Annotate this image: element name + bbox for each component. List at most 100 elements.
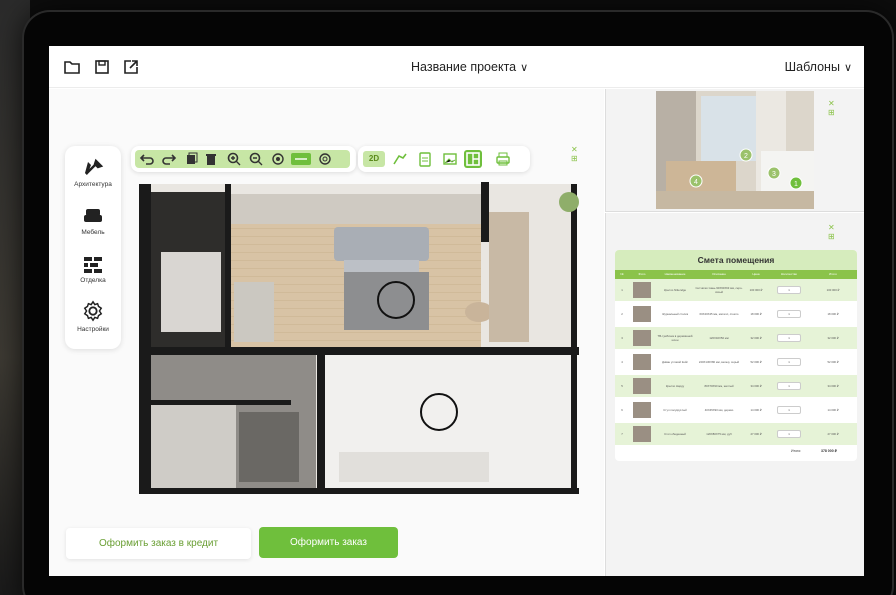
print-icon[interactable]	[494, 150, 512, 168]
measure-icon[interactable]	[291, 151, 311, 167]
templates-label: Шаблоны	[784, 60, 840, 74]
col-header: Цена	[752, 272, 760, 276]
menu-label: Отделка	[80, 277, 106, 284]
table-row: 1 Кресло Nittendge Сетчатая ткань 90Х60Х93…	[615, 279, 857, 301]
cell-description: 60Х40Х45 мм, металл, стекло	[699, 312, 739, 316]
cell-description: Сетчатая ткань 90Х60Х93 мм, серо-сизый	[695, 286, 743, 294]
product-thumbnail	[633, 426, 651, 442]
table-row: 7 Стол обеденный 120Х80Х75 мм, дуб 27 000 ₽…	[615, 423, 857, 445]
view-toolbar: 2D	[358, 146, 530, 172]
menu-furniture[interactable]: Мебель	[65, 206, 121, 236]
cell-total: 18 000 ₽	[827, 312, 839, 316]
table-row: 3 ТВ-тумбочка в деревянной шпон 120Х40Х50 …	[615, 327, 857, 349]
plan-canvas[interactable]: Архитектура Мебель Отделка Настройки 2D …	[49, 89, 604, 576]
quantity-stepper[interactable]: 1	[777, 358, 801, 366]
render-preview-panel: 2 3 4 1 ✕ ⊞	[605, 89, 864, 212]
cell-total: 100 000 ₽	[826, 288, 840, 292]
cell-name: Кресло Нарду	[665, 384, 685, 388]
col-header: №	[620, 272, 624, 276]
cell-total: 52 000 ₽	[827, 360, 839, 364]
project-title-dropdown[interactable]: Название проекта ∨	[411, 60, 528, 74]
estimate-close-icon[interactable]: ✕ ⊞	[828, 223, 848, 241]
image-view-icon[interactable]	[441, 150, 459, 168]
cell-total: 14 000 ₽	[827, 408, 839, 412]
furniture-view-icon[interactable]	[391, 150, 409, 168]
settings-icon[interactable]	[317, 151, 333, 167]
estimate-total-label: Итого:	[791, 449, 802, 453]
cell-price: 18 000 ₽	[750, 312, 762, 316]
menu-finishing[interactable]: Отделка	[65, 254, 121, 284]
room-photo[interactable]: 2 3 4 1	[656, 91, 814, 209]
quantity-stepper[interactable]: 1	[777, 334, 801, 342]
cell-price: 52 000 ₽	[750, 360, 762, 364]
project-title: Название проекта	[411, 60, 517, 74]
hotspot-marker[interactable]: 3	[767, 166, 781, 180]
center-icon[interactable]	[270, 151, 286, 167]
order-button[interactable]: Оформить заказ	[259, 527, 398, 558]
cell-number: 7	[621, 432, 623, 436]
svg-text:3: 3	[772, 171, 776, 178]
cell-price: 100 000 ₽	[749, 288, 763, 292]
cell-description: 40Х45Х90 мм, дерево	[704, 408, 734, 412]
gear-icon	[83, 300, 103, 322]
cell-description: 120Х40Х50 мм	[709, 336, 729, 340]
app-screen: Название проекта ∨ Шаблоны ∨ Архитектура…	[49, 46, 864, 576]
svg-text:1: 1	[794, 181, 798, 188]
quantity-stepper[interactable]: 1	[777, 430, 801, 438]
chevron-down-icon: ∨	[843, 62, 852, 74]
estimate-panel: ✕ ⊞ Смета помещения № Фото Наименование …	[605, 213, 864, 576]
order-credit-button[interactable]: Оформить заказ в кредит	[66, 528, 251, 559]
edit-toolbar	[131, 146, 356, 172]
estimate-title: Смета помещения	[615, 250, 857, 270]
menu-architecture[interactable]: Архитектура	[65, 158, 121, 188]
cell-number: 4	[621, 360, 623, 364]
quantity-stepper[interactable]: 1	[777, 382, 801, 390]
quantity-stepper[interactable]: 1	[777, 406, 801, 414]
copy-icon[interactable]	[183, 151, 199, 167]
cell-name: ТВ-тумбочка в деревянной шпон	[657, 334, 693, 342]
col-header: Фото	[638, 272, 646, 276]
menu-settings[interactable]: Настройки	[65, 299, 121, 333]
cell-total: 34 000 ₽	[827, 384, 839, 388]
table-row: 2 Журнальный столик 60Х40Х45 мм, металл, с…	[615, 303, 857, 325]
cell-description: 220Х130Х80 мм, велюр, серый	[698, 360, 740, 364]
clipboard-icon[interactable]	[416, 150, 434, 168]
product-thumbnail	[633, 282, 651, 298]
split-view-icon[interactable]	[464, 150, 482, 168]
cell-description: 120Х80Х75 мм, дуб	[706, 432, 732, 436]
save-icon[interactable]	[93, 58, 111, 76]
hotspot-marker[interactable]: 1	[789, 176, 803, 190]
brick-wall-icon	[84, 257, 102, 273]
quantity-stepper[interactable]: 1	[777, 286, 801, 294]
col-header: Итого	[829, 272, 837, 276]
delete-icon[interactable]	[203, 151, 219, 167]
hotspot-marker[interactable]: 2	[739, 148, 753, 162]
cell-number: 6	[621, 408, 623, 412]
cell-number: 2	[621, 312, 623, 316]
cell-price: 14 000 ₽	[750, 408, 762, 412]
cell-price: 34 000 ₽	[750, 384, 762, 388]
cell-name: Кресло Nittendge	[663, 288, 687, 292]
left-tool-menu: Архитектура Мебель Отделка Настройки	[65, 146, 121, 349]
canvas-close-icon[interactable]: ✕ ⊞	[571, 145, 591, 163]
hotspot-marker[interactable]: 4	[689, 174, 703, 188]
view-2d-button[interactable]: 2D	[363, 151, 385, 167]
col-header: Наименование	[664, 272, 686, 276]
folder-open-icon[interactable]	[63, 58, 81, 76]
floor-plan-render[interactable]	[139, 172, 579, 502]
table-row: 5 Кресло Нарду 80Х70Х90 мм, желтый 34 000 ₽…	[615, 375, 857, 397]
photo-close-icon[interactable]: ✕ ⊞	[828, 99, 848, 117]
table-row: 4 Диван угловой Кейс 220Х130Х80 мм, велюр,…	[615, 351, 857, 373]
cell-name: Стол обеденный	[664, 432, 686, 436]
product-thumbnail	[633, 306, 651, 322]
estimate-header-row: № Фото Наименование Описание Цена Количе…	[615, 270, 857, 279]
templates-dropdown[interactable]: Шаблоны ∨	[785, 60, 852, 74]
quantity-stepper[interactable]: 1	[777, 310, 801, 318]
zoom-out-icon[interactable]	[248, 151, 264, 167]
redo-icon[interactable]	[161, 151, 177, 167]
zoom-in-icon[interactable]	[226, 151, 242, 167]
undo-icon[interactable]	[139, 151, 155, 167]
export-icon[interactable]	[122, 58, 140, 76]
product-thumbnail	[633, 378, 651, 394]
product-thumbnail	[633, 402, 651, 418]
